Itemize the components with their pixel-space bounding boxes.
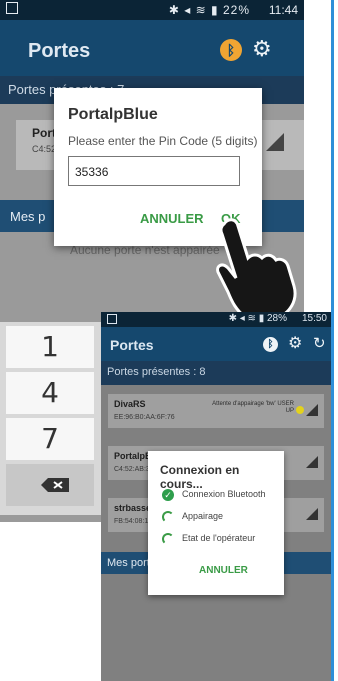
section-present-label: Portes présentes : 8 (107, 366, 206, 378)
backspace-icon (41, 478, 69, 492)
status-icons: ✱ ◂ ≋ ▮ 22% (168, 3, 250, 17)
battery-level: 28% (266, 313, 287, 324)
cancel-button[interactable]: ANNULER (199, 565, 248, 576)
section-mine-label: Mes p (10, 209, 46, 224)
divider-line (331, 0, 334, 681)
numeric-keypad: 1 4 7 (0, 322, 101, 515)
status-bar-front: ✱ ◂ ≋ ▮ 28% 15:50 (101, 312, 331, 327)
dialog-title: Connexion en cours... (160, 463, 240, 491)
check-icon: ✓ (162, 489, 174, 501)
status-icons: ✱ ◂ ≋ ▮ 28% (228, 313, 287, 324)
dialog-title: PortalpBlue (68, 106, 158, 123)
pin-input[interactable]: 35336 (68, 156, 240, 186)
step-label: Connexion Bluetooth (182, 489, 266, 499)
pointing-hand-icon (216, 218, 297, 318)
section-mine-label: Mes port (107, 557, 150, 569)
connection-dialog: Connexion en cours... ✓ Connexion Blueto… (148, 451, 284, 595)
app-title: Portes (28, 40, 91, 62)
key-4[interactable]: 4 (6, 372, 94, 414)
step-label: Etat de l'opérateur (182, 533, 256, 543)
door-mac: C4:52 (32, 144, 57, 154)
cancel-button[interactable]: ANNULER (140, 211, 204, 226)
gallery-icon (107, 314, 117, 324)
door-mac: FB:54:08:1 (114, 518, 149, 525)
door-name: PortalpB (114, 451, 152, 461)
door-card[interactable]: DivaRS EE:96:B0:AA:6F:76 Attente d'appai… (108, 394, 324, 428)
bluetooth-icon[interactable]: ᛒ (220, 39, 242, 61)
door-name: strbasse (114, 503, 152, 513)
gear-icon[interactable]: ⚙ (288, 333, 302, 353)
clock: 15:50 (301, 313, 327, 324)
step-label: Appairage (182, 511, 224, 521)
step-row: Etat de l'opérateur (162, 533, 284, 549)
key-7[interactable]: 7 (6, 418, 94, 460)
key-1[interactable]: 1 (6, 326, 94, 368)
status-bar: ✱ ◂ ≋ ▮ 22% 11:44 (0, 0, 304, 20)
signal-icon (266, 133, 284, 151)
spinner-icon (162, 533, 174, 545)
clock: 11:44 (268, 3, 298, 17)
spinner-icon (162, 511, 174, 523)
bluetooth-icon[interactable]: ᛒ (263, 337, 278, 352)
section-header-present: Portes présentes : 8 (101, 361, 331, 385)
backspace-key[interactable] (6, 464, 94, 506)
signal-icon (306, 456, 318, 468)
signal-icon (306, 404, 318, 416)
gallery-icon (6, 2, 18, 14)
signal-icon (306, 508, 318, 520)
door-status: Attente d'appairage 'bw' USER UP (212, 401, 294, 414)
status-dot-icon (296, 406, 304, 414)
door-mac: EE:96:B0:AA:6F:76 (114, 414, 175, 421)
gear-icon[interactable]: ⚙ (252, 36, 272, 62)
dialog-subtitle: Please enter the Pin Code (5 digits) (68, 134, 258, 148)
refresh-icon[interactable]: ↻ (313, 334, 326, 352)
step-row: Appairage (162, 511, 284, 527)
app-title: Portes (110, 337, 154, 353)
door-name: Port (32, 126, 56, 140)
step-row: ✓ Connexion Bluetooth (162, 489, 284, 505)
door-name: DivaRS (114, 399, 146, 409)
door-mac: C4:52:AB:3 (114, 466, 150, 473)
battery-level: 22% (222, 3, 250, 17)
